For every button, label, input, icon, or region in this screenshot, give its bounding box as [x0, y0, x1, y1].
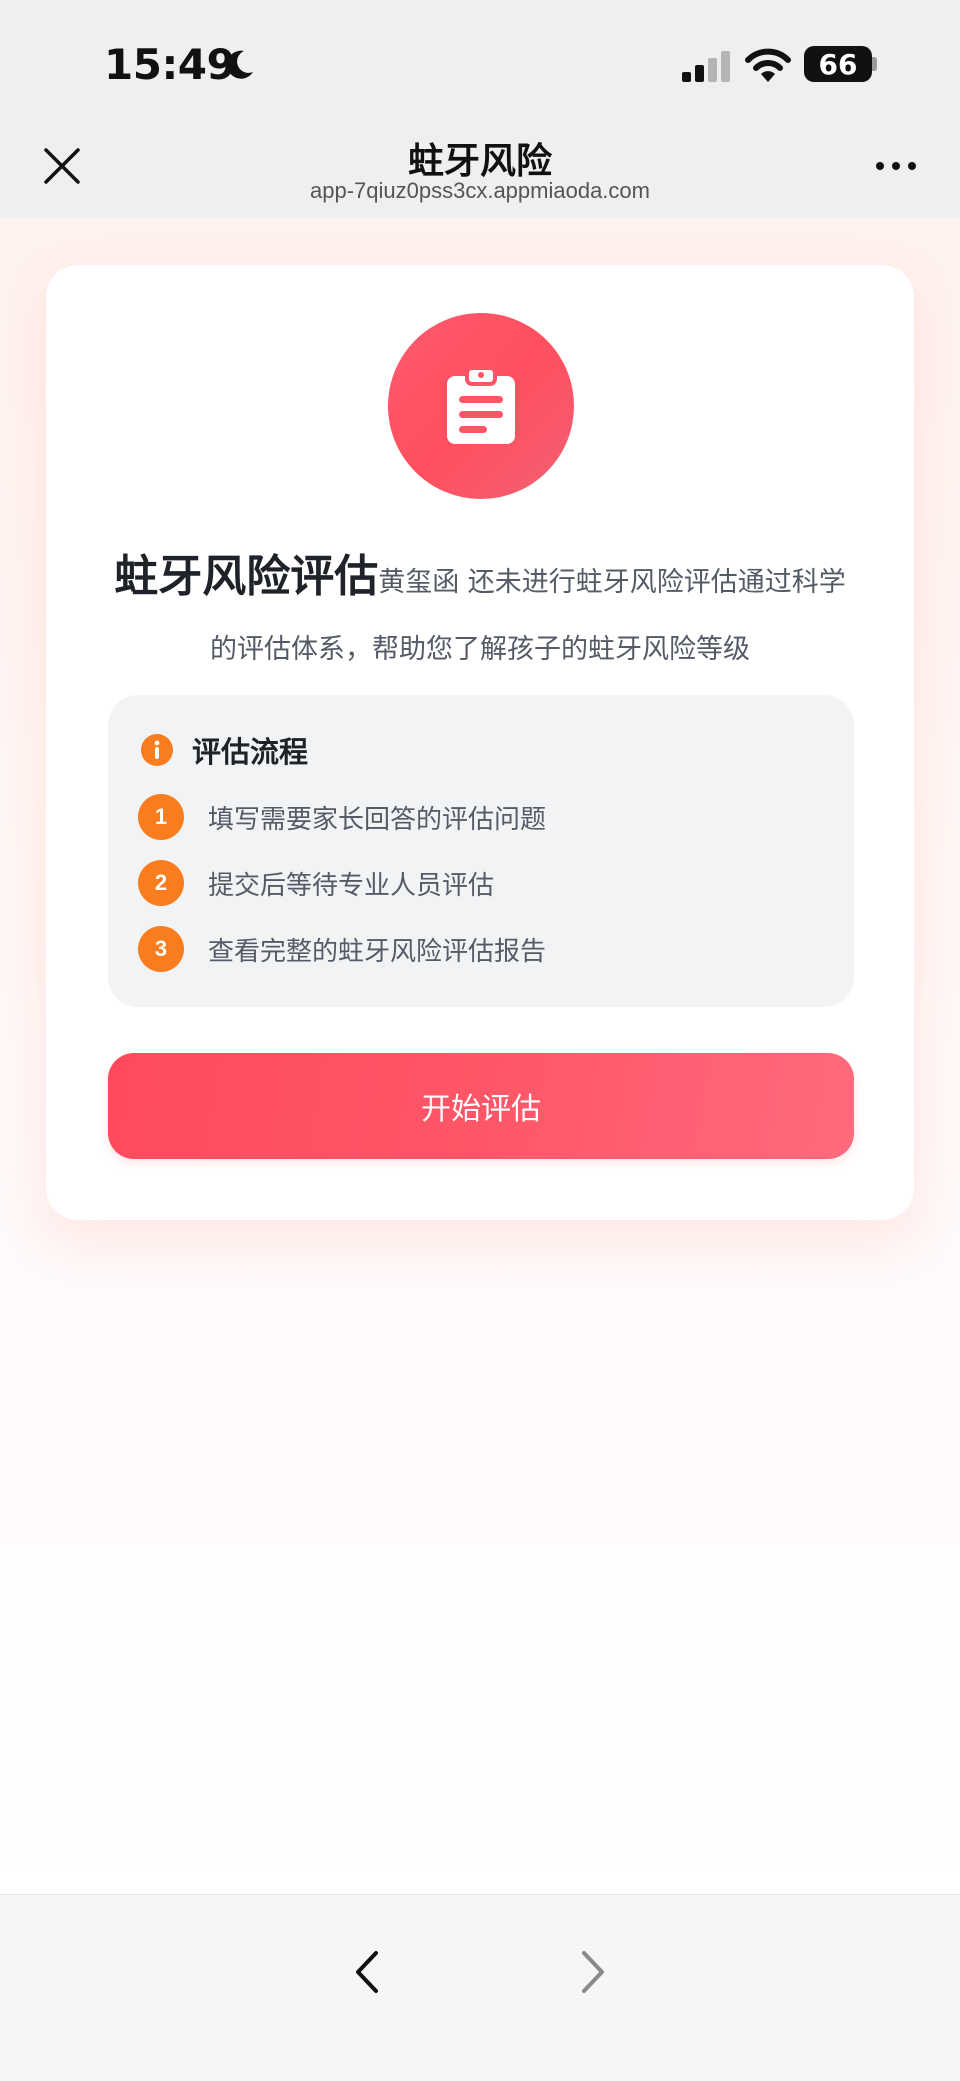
- process-step: 3 查看完整的蛀牙风险评估报告: [138, 925, 546, 973]
- step-text: 查看完整的蛀牙风险评估报告: [208, 936, 547, 967]
- info-icon: [141, 734, 173, 766]
- process-step: 2 提交后等待专业人员评估: [138, 859, 494, 907]
- cellular-signal-icon: [682, 51, 730, 82]
- step-text: 填写需要家长回答的评估问题: [208, 804, 547, 835]
- status-time: 15:49: [104, 40, 236, 89]
- step-text: 提交后等待专业人员评估: [208, 870, 495, 901]
- status-bar: 15:49 66: [0, 0, 960, 128]
- browser-toolbar: [0, 1894, 960, 2081]
- battery-indicator: 66: [804, 46, 872, 82]
- wifi-icon: [745, 48, 791, 82]
- page-url: app-7qiuz0pss3cx.appmiaoda.com: [310, 178, 650, 203]
- clipboard-icon: [447, 366, 515, 444]
- page-title: 蛀牙风险: [407, 141, 552, 182]
- back-icon[interactable]: [350, 1949, 384, 1995]
- forward-icon[interactable]: [576, 1949, 610, 1995]
- assessment-card: 蛀牙风险评估黄玺函 还未进行蛀牙风险评估通过科学的评估体系，帮助您了解孩子的蛀牙…: [46, 265, 914, 1220]
- step-number: 2: [138, 860, 184, 906]
- hero-badge: [388, 313, 574, 499]
- battery-level: 66: [818, 47, 858, 81]
- nav-header: 蛀牙风险 app-7qiuz0pss3cx.appmiaoda.com: [0, 128, 960, 218]
- headline: 蛀牙风险评估黄玺函 还未进行蛀牙风险评估通过科学的评估体系，帮助您了解孩子的蛀牙…: [106, 545, 854, 685]
- more-icon[interactable]: [874, 158, 918, 174]
- process-step: 1 填写需要家长回答的评估问题: [138, 793, 546, 841]
- process-panel: 评估流程 1 填写需要家长回答的评估问题 2 提交后等待专业人员评估 3 查看完…: [108, 695, 854, 1007]
- start-assessment-button[interactable]: 开始评估: [108, 1053, 854, 1159]
- assessment-title: 蛀牙风险评估: [114, 551, 379, 602]
- process-title: 评估流程: [192, 735, 309, 769]
- battery-tip: [872, 57, 877, 71]
- moon-icon: [227, 50, 253, 79]
- step-number: 1: [138, 794, 184, 840]
- step-number: 3: [138, 926, 184, 972]
